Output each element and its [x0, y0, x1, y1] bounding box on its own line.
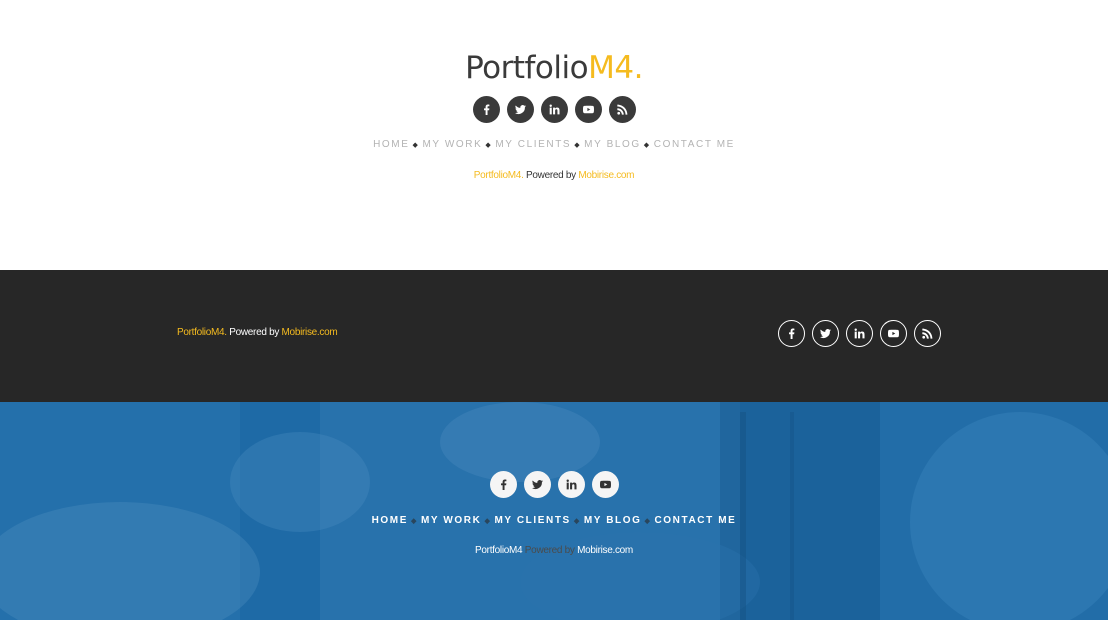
youtube-icon: [582, 105, 594, 114]
menu-item-contact-me[interactable]: CONTACT ME: [654, 139, 735, 150]
linkedin-icon: [566, 479, 577, 490]
menu-separator: ◆: [573, 517, 581, 525]
youtube-link[interactable]: [880, 320, 907, 347]
menu-separator: ◆: [412, 141, 420, 149]
social-links-white: [0, 96, 1108, 123]
mobirise-link[interactable]: Mobirise.com: [282, 327, 338, 338]
credits-brand: PortfolioM4.: [473, 170, 524, 181]
footer-dark: PortfolioM4. Powered by Mobirise.com: [0, 270, 1108, 402]
rss-link[interactable]: [914, 320, 941, 347]
facebook-link[interactable]: [489, 471, 517, 498]
linkedin-link[interactable]: [557, 471, 585, 498]
youtube-icon: [599, 480, 611, 489]
footer-menu-white: HOME ◆ MY WORK ◆ MY CLIENTS ◆ MY BLOG ◆ …: [0, 139, 1108, 150]
mobirise-link[interactable]: Mobirise.com: [577, 545, 633, 556]
rss-link[interactable]: [608, 96, 636, 123]
menu-item-my-work[interactable]: MY WORK: [422, 139, 482, 150]
rss-icon: [922, 328, 933, 339]
twitter-icon: [820, 329, 831, 338]
linkedin-link[interactable]: [846, 320, 873, 347]
facebook-icon: [483, 104, 489, 115]
twitter-link[interactable]: [812, 320, 839, 347]
credits-white: PortfolioM4. Powered by Mobirise.com: [0, 170, 1108, 181]
credits-text: Powered by: [226, 327, 282, 338]
menu-item-contact-me[interactable]: CONTACT ME: [654, 515, 736, 526]
menu-item-my-blog[interactable]: MY BLOG: [584, 139, 641, 150]
credits-dark: PortfolioM4. Powered by Mobirise.com: [177, 327, 338, 338]
menu-item-home[interactable]: HOME: [372, 515, 408, 526]
menu-separator: ◆: [411, 517, 418, 525]
facebook-icon: [789, 328, 795, 339]
menu-separator: ◆: [574, 141, 582, 149]
mobirise-link[interactable]: Mobirise.com: [578, 170, 634, 181]
footer-blue: HOME ◆ MY WORK ◆ MY CLIENTS ◆ MY BLOG ◆ …: [0, 402, 1108, 620]
menu-separator: ◆: [485, 141, 493, 149]
footer-menu-blue: HOME ◆ MY WORK ◆ MY CLIENTS ◆ MY BLOG ◆ …: [0, 515, 1108, 526]
menu-item-my-clients[interactable]: MY CLIENTS: [495, 139, 571, 150]
twitter-link[interactable]: [506, 96, 534, 123]
menu-separator: ◆: [644, 517, 652, 525]
background-photo-overlay: [0, 402, 1108, 620]
menu-item-my-work[interactable]: MY WORK: [421, 515, 481, 526]
youtube-link[interactable]: [591, 471, 619, 498]
youtube-icon: [888, 329, 899, 338]
twitter-icon: [514, 105, 526, 114]
credits-brand: PortfolioM4: [475, 545, 523, 556]
linkedin-icon: [549, 104, 560, 115]
linkedin-icon: [854, 328, 865, 339]
logo-accent-text: M4.: [588, 50, 643, 86]
credits-text: Powered by: [522, 545, 578, 556]
twitter-icon: [531, 480, 543, 489]
menu-item-home[interactable]: HOME: [373, 139, 409, 150]
youtube-link[interactable]: [574, 96, 602, 123]
rss-icon: [616, 104, 627, 115]
social-links-blue: [0, 471, 1108, 498]
linkedin-link[interactable]: [540, 96, 568, 123]
twitter-link[interactable]: [523, 471, 551, 498]
menu-separator: ◆: [484, 517, 492, 525]
facebook-icon: [500, 479, 506, 490]
menu-item-my-blog[interactable]: MY BLOG: [584, 515, 642, 526]
credits-text: Powered by: [523, 170, 579, 181]
facebook-link[interactable]: [472, 96, 500, 123]
logo-main-text: Portfolio: [465, 50, 589, 86]
credits-blue: PortfolioM4 Powered by Mobirise.com: [0, 545, 1108, 556]
footer-white: PortfolioM4. HOME ◆ MY WORK ◆ MY CLIENTS…: [0, 0, 1108, 270]
social-links-dark: [778, 320, 941, 347]
menu-item-my-clients[interactable]: MY CLIENTS: [494, 515, 570, 526]
menu-separator: ◆: [643, 141, 651, 149]
facebook-link[interactable]: [778, 320, 805, 347]
site-logo[interactable]: PortfolioM4.: [0, 48, 1108, 88]
credits-brand: PortfolioM4.: [177, 327, 227, 338]
